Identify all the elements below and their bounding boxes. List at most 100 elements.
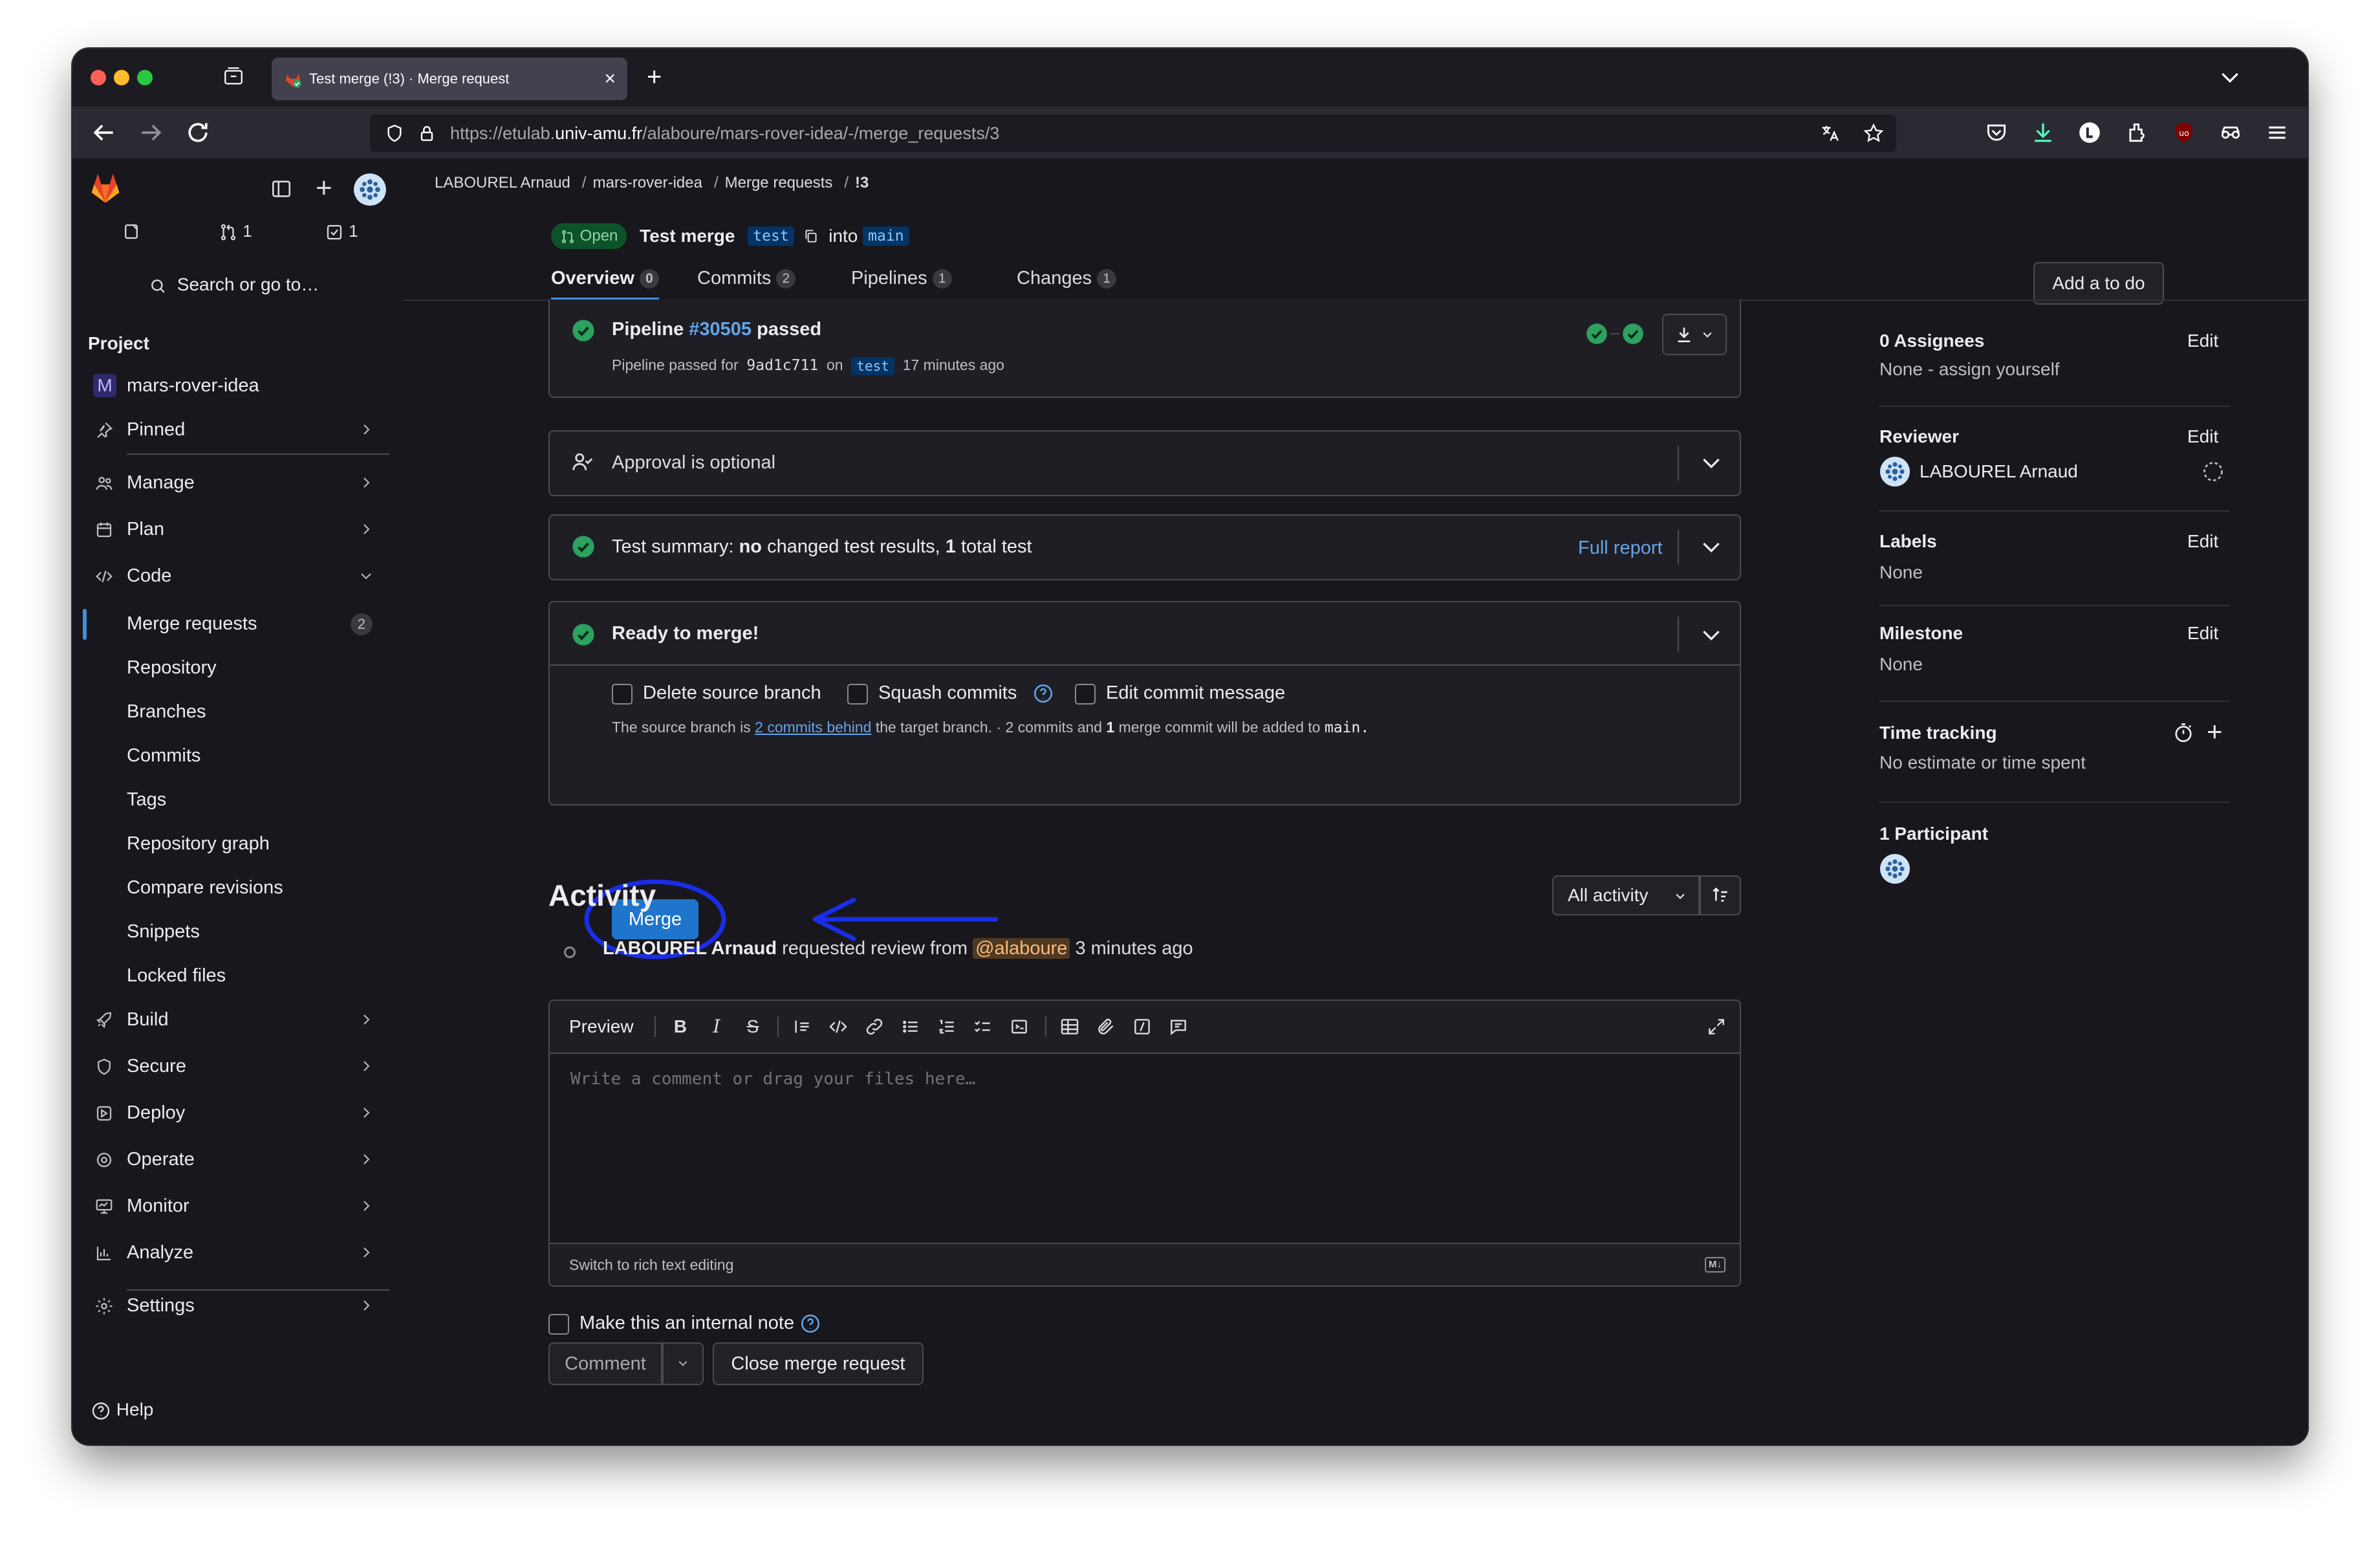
- chevron-down-icon[interactable]: [2217, 64, 2243, 90]
- comment-icon[interactable]: [1168, 1016, 1189, 1037]
- user-avatar[interactable]: [353, 173, 387, 206]
- sidebar-item-commits[interactable]: Commits: [85, 736, 389, 776]
- delete-source-branch-label[interactable]: Delete source branch: [643, 683, 821, 704]
- reviewer-avatar[interactable]: [1879, 456, 1910, 487]
- reviewer-edit-button[interactable]: Edit: [2187, 426, 2218, 447]
- tab-commits[interactable]: Commits 2: [697, 256, 796, 301]
- issues-icon[interactable]: [122, 222, 141, 241]
- back-arrow-icon[interactable]: [89, 118, 118, 147]
- task-list-icon[interactable]: [973, 1016, 993, 1037]
- assignees-edit-button[interactable]: Edit: [2187, 331, 2218, 351]
- sidebar-item-repository[interactable]: Repository: [85, 648, 389, 688]
- table-icon[interactable]: [1059, 1016, 1080, 1037]
- close-window-button[interactable]: [91, 70, 106, 85]
- artifacts-download-button[interactable]: [1662, 314, 1727, 355]
- sidebar-item-pinned[interactable]: Pinned: [85, 410, 389, 450]
- link-icon[interactable]: [864, 1016, 885, 1037]
- quote-icon[interactable]: [792, 1016, 812, 1037]
- sort-order-button[interactable]: [1700, 875, 1741, 915]
- edit-commit-message-label[interactable]: Edit commit message: [1106, 683, 1285, 704]
- milestone-edit-button[interactable]: Edit: [2187, 623, 2218, 644]
- bold-icon[interactable]: B: [670, 1016, 691, 1037]
- source-branch[interactable]: test: [748, 226, 794, 246]
- activity-filter-dropdown[interactable]: All activity: [1552, 875, 1700, 915]
- chevron-down-icon[interactable]: [1698, 534, 1724, 560]
- numbered-list-icon[interactable]: [936, 1016, 957, 1037]
- private-mask-icon[interactable]: [2218, 120, 2243, 145]
- url-bar[interactable]: https://etulab.univ-amu.fr/alaboure/mars…: [370, 115, 1896, 152]
- browser-tab-active[interactable]: Test merge (!3) · Merge request ×: [272, 58, 627, 100]
- sidebar-item-repository-graph[interactable]: Repository graph: [85, 824, 389, 864]
- bullet-list-icon[interactable]: [900, 1016, 921, 1037]
- breadcrumb-item[interactable]: Merge requests: [725, 174, 833, 191]
- preview-tab[interactable]: Preview: [569, 1001, 634, 1053]
- commits-behind-link[interactable]: 2 commits behind: [755, 719, 871, 736]
- sidebar-item-settings[interactable]: Settings: [85, 1285, 389, 1326]
- close-merge-request-button[interactable]: Close merge request: [713, 1342, 924, 1385]
- stopwatch-icon[interactable]: [2172, 721, 2195, 745]
- zoom-window-button[interactable]: [137, 70, 153, 85]
- merge-requests-counter[interactable]: 1: [219, 218, 252, 244]
- sidebar-item-plan[interactable]: Plan: [85, 509, 389, 549]
- shield-icon[interactable]: [384, 123, 405, 144]
- attachment-icon[interactable]: [1096, 1016, 1116, 1037]
- sidebar-item-monitor[interactable]: Monitor: [85, 1186, 389, 1226]
- sidebar-item-manage[interactable]: Manage: [85, 463, 389, 503]
- target-branch[interactable]: main: [863, 226, 909, 246]
- sidebar-item-build[interactable]: Build: [85, 1000, 389, 1040]
- sidebar-project-link[interactable]: M mars-rover-idea: [85, 366, 389, 406]
- sidebar-item-secure[interactable]: Secure: [85, 1046, 389, 1086]
- todos-counter[interactable]: 1: [325, 218, 358, 244]
- ublock-shield-icon[interactable]: uo: [2172, 120, 2196, 145]
- sidebar-item-merge-requests[interactable]: Merge requests 2: [85, 604, 389, 644]
- comment-textarea[interactable]: [569, 1068, 1710, 1219]
- reviewer-name[interactable]: LABOUREL Arnaud: [1920, 461, 2078, 482]
- strikethrough-icon[interactable]: S: [742, 1016, 763, 1037]
- tab-list-icon[interactable]: [222, 65, 244, 87]
- comment-button[interactable]: Comment: [548, 1342, 662, 1385]
- sidebar-item-operate[interactable]: Operate: [85, 1139, 389, 1179]
- squash-commits-checkbox[interactable]: [847, 684, 868, 705]
- user-mention[interactable]: @alaboure: [973, 938, 1070, 959]
- pipeline-branch[interactable]: test: [851, 356, 894, 375]
- note-author[interactable]: LABOUREL Arnaud: [603, 938, 777, 959]
- stage-passed-icon[interactable]: [1585, 322, 1609, 346]
- breadcrumb-current[interactable]: !3: [855, 174, 869, 191]
- comment-options-dropdown[interactable]: [662, 1342, 704, 1385]
- indent-icon[interactable]: [1009, 1016, 1030, 1037]
- sidebar-item-analyze[interactable]: Analyze: [85, 1232, 389, 1273]
- slash-command-icon[interactable]: [1132, 1016, 1152, 1037]
- reload-icon[interactable]: [184, 118, 212, 147]
- internal-note-label[interactable]: Make this an internal note: [579, 1313, 821, 1335]
- copy-icon[interactable]: [803, 228, 819, 245]
- extensions-puzzle-icon[interactable]: [2125, 120, 2150, 145]
- labels-edit-button[interactable]: Edit: [2187, 531, 2218, 552]
- create-new-plus-icon[interactable]: +: [316, 170, 332, 206]
- breadcrumb-item[interactable]: LABOUREL Arnaud: [435, 174, 570, 191]
- minimize-window-button[interactable]: [114, 70, 129, 85]
- participant-avatar[interactable]: [1879, 853, 1910, 884]
- sidebar-item-compare-revisions[interactable]: Compare revisions: [85, 868, 389, 908]
- translate-icon[interactable]: [1819, 122, 1841, 144]
- hamburger-menu-icon[interactable]: [2265, 120, 2289, 145]
- lock-icon[interactable]: [416, 123, 437, 144]
- commit-sha-link[interactable]: 9ad1c711: [746, 357, 818, 374]
- full-report-link[interactable]: Full report: [1578, 538, 1663, 559]
- internal-note-checkbox[interactable]: [548, 1314, 569, 1335]
- sidebar-toggle-icon[interactable]: [270, 178, 292, 200]
- download-icon[interactable]: [2031, 120, 2055, 145]
- help-button[interactable]: Help: [91, 1399, 153, 1421]
- sidebar-item-locked-files[interactable]: Locked files: [85, 956, 389, 996]
- add-time-plus-icon[interactable]: +: [2207, 714, 2223, 750]
- forward-arrow-icon[interactable]: [137, 118, 166, 147]
- switch-rich-text-link[interactable]: Switch to rich text editing: [569, 1244, 733, 1285]
- sidebar-item-deploy[interactable]: Deploy: [85, 1093, 389, 1133]
- chevron-down-icon[interactable]: [1698, 450, 1724, 475]
- help-question-icon[interactable]: [799, 1313, 821, 1335]
- fullscreen-icon[interactable]: [1706, 1016, 1727, 1037]
- assignees-value[interactable]: None - assign yourself: [1879, 359, 2060, 380]
- squash-commits-label[interactable]: Squash commits: [878, 683, 1017, 704]
- markdown-icon[interactable]: M↓: [1705, 1257, 1726, 1273]
- gitlab-logo-icon[interactable]: [88, 171, 123, 206]
- breadcrumb-item[interactable]: mars-rover-idea: [593, 174, 702, 191]
